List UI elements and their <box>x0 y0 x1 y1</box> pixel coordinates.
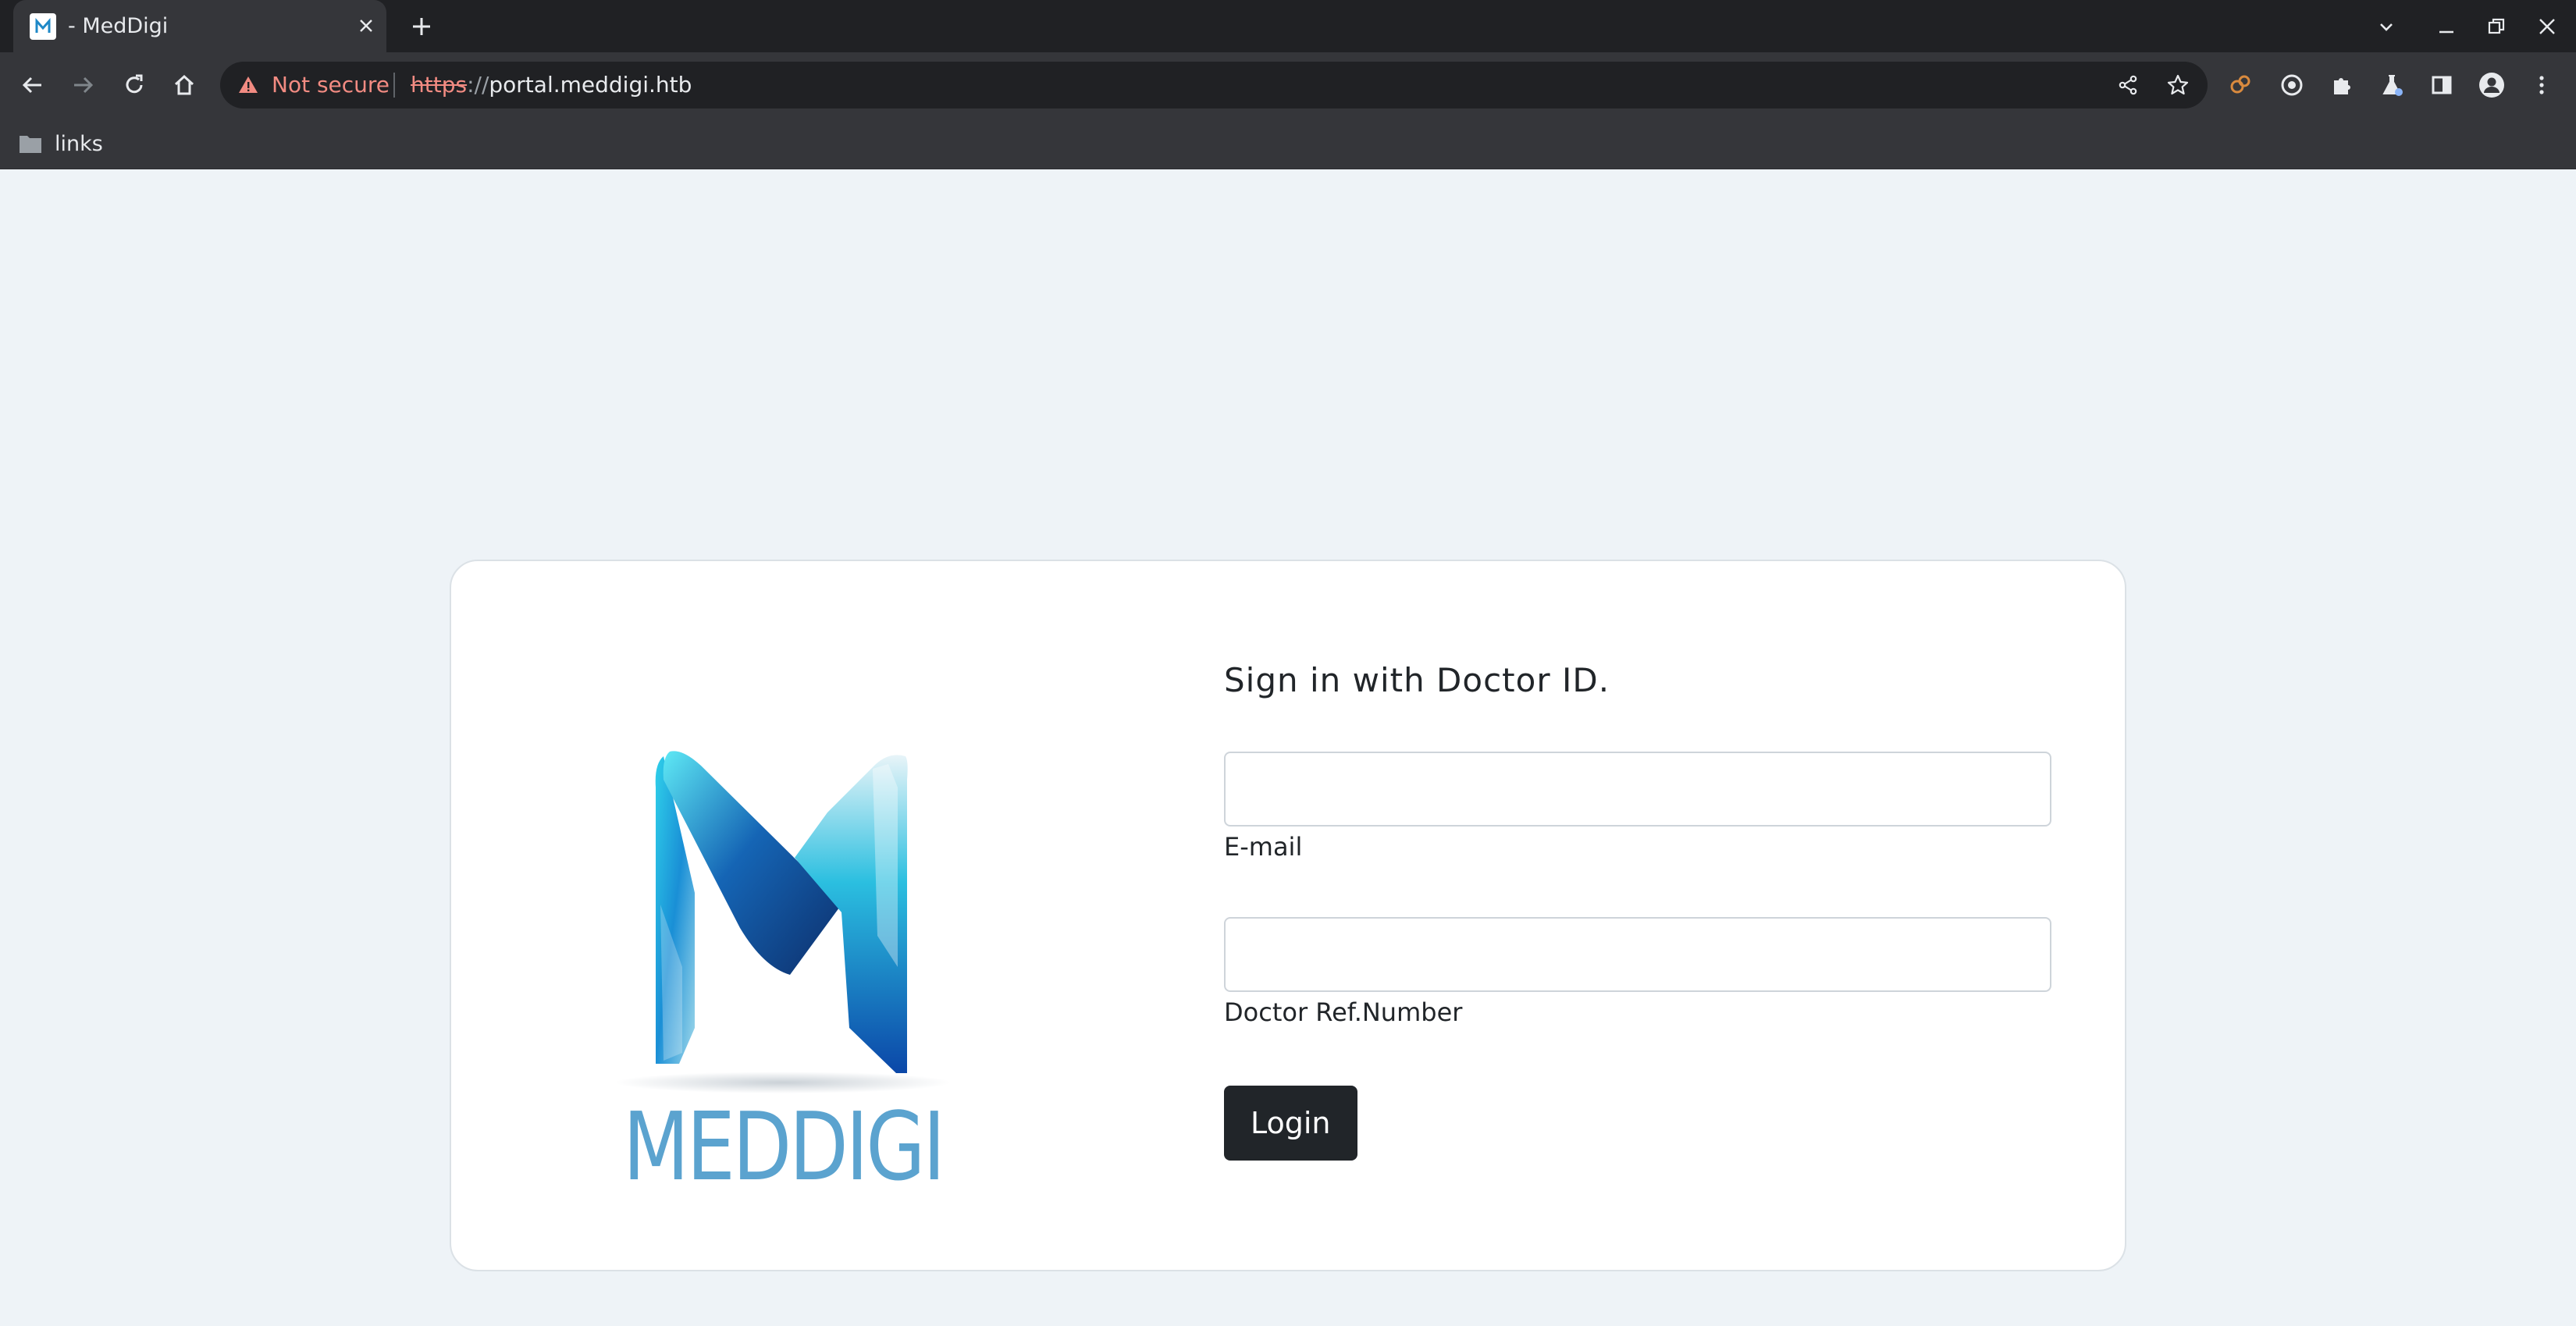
email-field[interactable] <box>1224 752 2051 827</box>
browser-toolbar: Not secure https://portal.meddigi.htb <box>0 52 2576 118</box>
email-field-group: E-mail <box>1224 752 2059 862</box>
back-icon[interactable] <box>16 68 50 102</box>
doctor-ref-field[interactable] <box>1224 917 2051 992</box>
url-scheme: https <box>411 72 468 98</box>
extension-cookie-icon[interactable] <box>2223 68 2258 102</box>
close-window-icon[interactable] <box>2532 11 2563 42</box>
side-panel-icon[interactable] <box>2425 68 2459 102</box>
address-bar[interactable]: Not secure https://portal.meddigi.htb <box>220 62 2208 108</box>
extensions-puzzle-icon[interactable] <box>2325 68 2359 102</box>
extension-circle-icon[interactable] <box>2275 68 2309 102</box>
tab-search-chevron-icon[interactable] <box>2371 11 2402 42</box>
bookmark-label: links <box>55 131 103 156</box>
login-button[interactable]: Login <box>1224 1086 1357 1161</box>
share-icon[interactable] <box>2114 71 2142 99</box>
minimize-icon[interactable] <box>2431 11 2462 42</box>
menu-kebab-icon[interactable] <box>2524 68 2559 102</box>
tab-title: - MedDigi <box>68 14 169 38</box>
browser-tab[interactable]: - MedDigi <box>13 0 386 52</box>
doctor-ref-label: Doctor Ref.Number <box>1224 997 1463 1027</box>
bookmark-folder-links[interactable]: links <box>19 129 103 158</box>
restore-icon[interactable] <box>2481 11 2512 42</box>
not-secure-label[interactable]: Not secure <box>272 73 390 98</box>
url-separator: :// <box>467 72 489 98</box>
ref-field-group: Doctor Ref.Number <box>1224 917 2059 1028</box>
bookmarks-bar: links <box>0 118 2576 169</box>
address-divider <box>393 73 395 98</box>
tab-close-icon[interactable] <box>352 12 380 40</box>
new-tab-icon[interactable] <box>406 11 437 42</box>
login-card: MEDDIGI Sign in with Doctor ID. E-mail D… <box>450 560 2126 1271</box>
login-heading: Sign in with Doctor ID. <box>1224 661 1610 699</box>
page-content: MEDDIGI Sign in with Doctor ID. E-mail D… <box>0 169 2576 1326</box>
meddigi-logo: MEDDIGI <box>615 751 951 1193</box>
logo-wordmark: MEDDIGI <box>623 1093 943 1193</box>
profile-avatar-icon[interactable] <box>2475 68 2509 102</box>
url-text[interactable]: https://portal.meddigi.htb <box>411 73 692 98</box>
bookmark-star-icon[interactable] <box>2164 71 2192 99</box>
warning-icon[interactable] <box>236 73 261 98</box>
reload-icon[interactable] <box>117 68 151 102</box>
favicon-icon <box>30 13 56 40</box>
login-form: Sign in with Doctor ID. E-mail Doctor Re… <box>1224 659 2059 1161</box>
email-label: E-mail <box>1224 832 1303 862</box>
url-host: portal.meddigi.htb <box>489 72 692 98</box>
forward-icon[interactable] <box>66 68 100 102</box>
folder-icon <box>20 136 41 153</box>
tab-strip: - MedDigi <box>0 0 2576 52</box>
lab-flask-icon[interactable] <box>2375 68 2409 102</box>
home-icon[interactable] <box>167 68 201 102</box>
